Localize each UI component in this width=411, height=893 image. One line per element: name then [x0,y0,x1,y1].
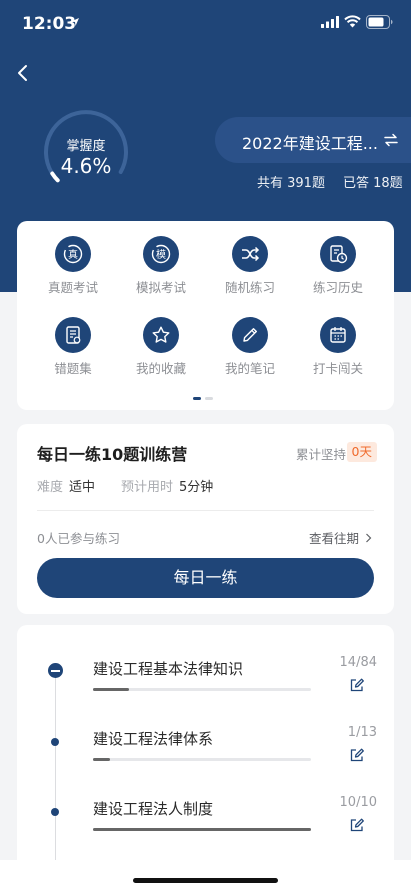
page-dot-active [193,397,201,400]
location-arrow-icon [71,18,79,26]
collapse-node-icon[interactable] [48,663,63,678]
answered-questions: 已答 18题 [343,176,403,191]
wrong-questions-label: 错题集 [54,361,92,376]
back-chevron-icon[interactable] [12,60,36,86]
notes-button[interactable]: 我的笔记 [210,317,290,377]
history-icon [330,245,348,264]
edit-icon[interactable] [349,677,365,693]
chapter-progress-fill [93,758,110,761]
chapter-title: 建设工程基本法律知识 [93,660,244,678]
wrong-questions-icon [66,326,81,344]
mastery-label: 掌握度 [66,139,106,154]
notes-label: 我的笔记 [224,361,275,376]
chapter-item[interactable]: 建设工程法人制度 10/10 [17,765,394,835]
participants-count: 0人已参与练习 [37,531,120,546]
checkin-button[interactable]: 打卡闯关 [298,317,378,377]
edit-icon[interactable] [349,817,365,833]
total-questions: 共有 391题 [257,176,325,191]
chapter-title: 建设工程法律体系 [93,730,214,748]
wrong-questions-button[interactable]: 错题集 [33,317,113,377]
chapter-progress-fill [93,828,311,831]
timeline-node [51,808,59,816]
mock-exam-button[interactable]: 模 模拟考试 [121,236,201,296]
estimated-time-label: 预计用时 [121,480,174,495]
calendar-icon [330,327,346,343]
switch-arrows-icon [384,133,398,147]
mock-exam-glyph: 模 [156,249,166,261]
chapter-progress-fill [93,688,130,691]
chapter-item[interactable]: 建设工程法律体系 1/13 [17,695,394,765]
favorites-label: 我的收藏 [135,361,186,376]
chapter-progress-bar [93,828,311,831]
star-icon [152,326,170,343]
status-bar: 12:03 [0,0,411,46]
difficulty-value: 适中 [69,480,96,495]
difficulty-info: 难度 适中 [37,476,95,495]
exam-title: 2022年建设工程... [242,134,378,153]
chevron-right-icon [366,533,372,543]
difficulty-label: 难度 [37,480,64,495]
chapter-progress-bar [93,688,311,691]
past-sessions-link[interactable]: 查看往期 [309,528,372,547]
mock-exam-label: 模拟考试 [135,280,186,295]
estimated-time-value: 5分钟 [179,480,214,495]
real-exam-glyph: 真 [68,248,78,261]
chapter-count: 14/84 [339,655,377,670]
wifi-icon [344,15,361,28]
estimated-time-info: 预计用时 5分钟 [121,476,213,495]
favorites-button[interactable]: 我的收藏 [121,317,201,377]
function-grid-card: 真 真题考试 模 模拟考试 随机练习 练习历史 错题集 我的收藏 我的笔记 打卡… [17,221,394,410]
practice-history-button[interactable]: 练习历史 [298,236,378,296]
chapter-list-card: 建设工程基本法律知识 14/84 建设工程法律体系 1/13 建设工程法人制度 … [17,625,394,893]
page-dot [205,397,213,400]
random-practice-button[interactable]: 随机练习 [210,236,290,296]
chapter-item[interactable]: 建设工程基本法律知识 14/84 [17,625,394,695]
past-sessions-label: 查看往期 [309,531,360,546]
mock-exam-icon: 模 [151,244,171,264]
chapter-title: 建设工程法人制度 [93,800,214,818]
exam-switcher[interactable]: 2022年建设工程... [215,117,411,163]
timeline-node [51,738,59,746]
pencil-icon [243,328,257,342]
cellular-signal-icon [321,16,339,28]
page-indicator [193,397,223,401]
checkin-label: 打卡闯关 [312,361,363,376]
random-practice-label: 随机练习 [224,280,275,295]
practice-history-label: 练习历史 [312,280,363,295]
battery-icon [366,15,393,29]
real-exam-label: 真题考试 [47,280,98,295]
real-exam-icon: 真 [63,244,83,264]
chapter-count: 1/13 [347,725,377,740]
chapter-progress-bar [93,758,311,761]
shuffle-icon [242,246,260,262]
divider [37,510,374,511]
home-indicator-area [0,860,411,893]
status-time: 12:03 [22,14,77,34]
daily-practice-button[interactable]: 每日一练 [37,558,374,598]
real-exam-button[interactable]: 真 真题考试 [33,236,113,296]
streak-badge: 0天 [346,442,377,462]
chapter-count: 10/10 [339,795,377,810]
home-indicator[interactable] [133,878,278,883]
streak-label: 累计坚持 [295,447,346,462]
mastery-value: 4.6% [60,154,112,178]
daily-camp-title: 每日一练10题训练营 [37,445,188,464]
daily-practice-card: 每日一练10题训练营 累计坚持 0天 难度 适中 预计用时 5分钟 0人已参与练习 … [17,424,394,614]
edit-icon[interactable] [349,747,365,763]
